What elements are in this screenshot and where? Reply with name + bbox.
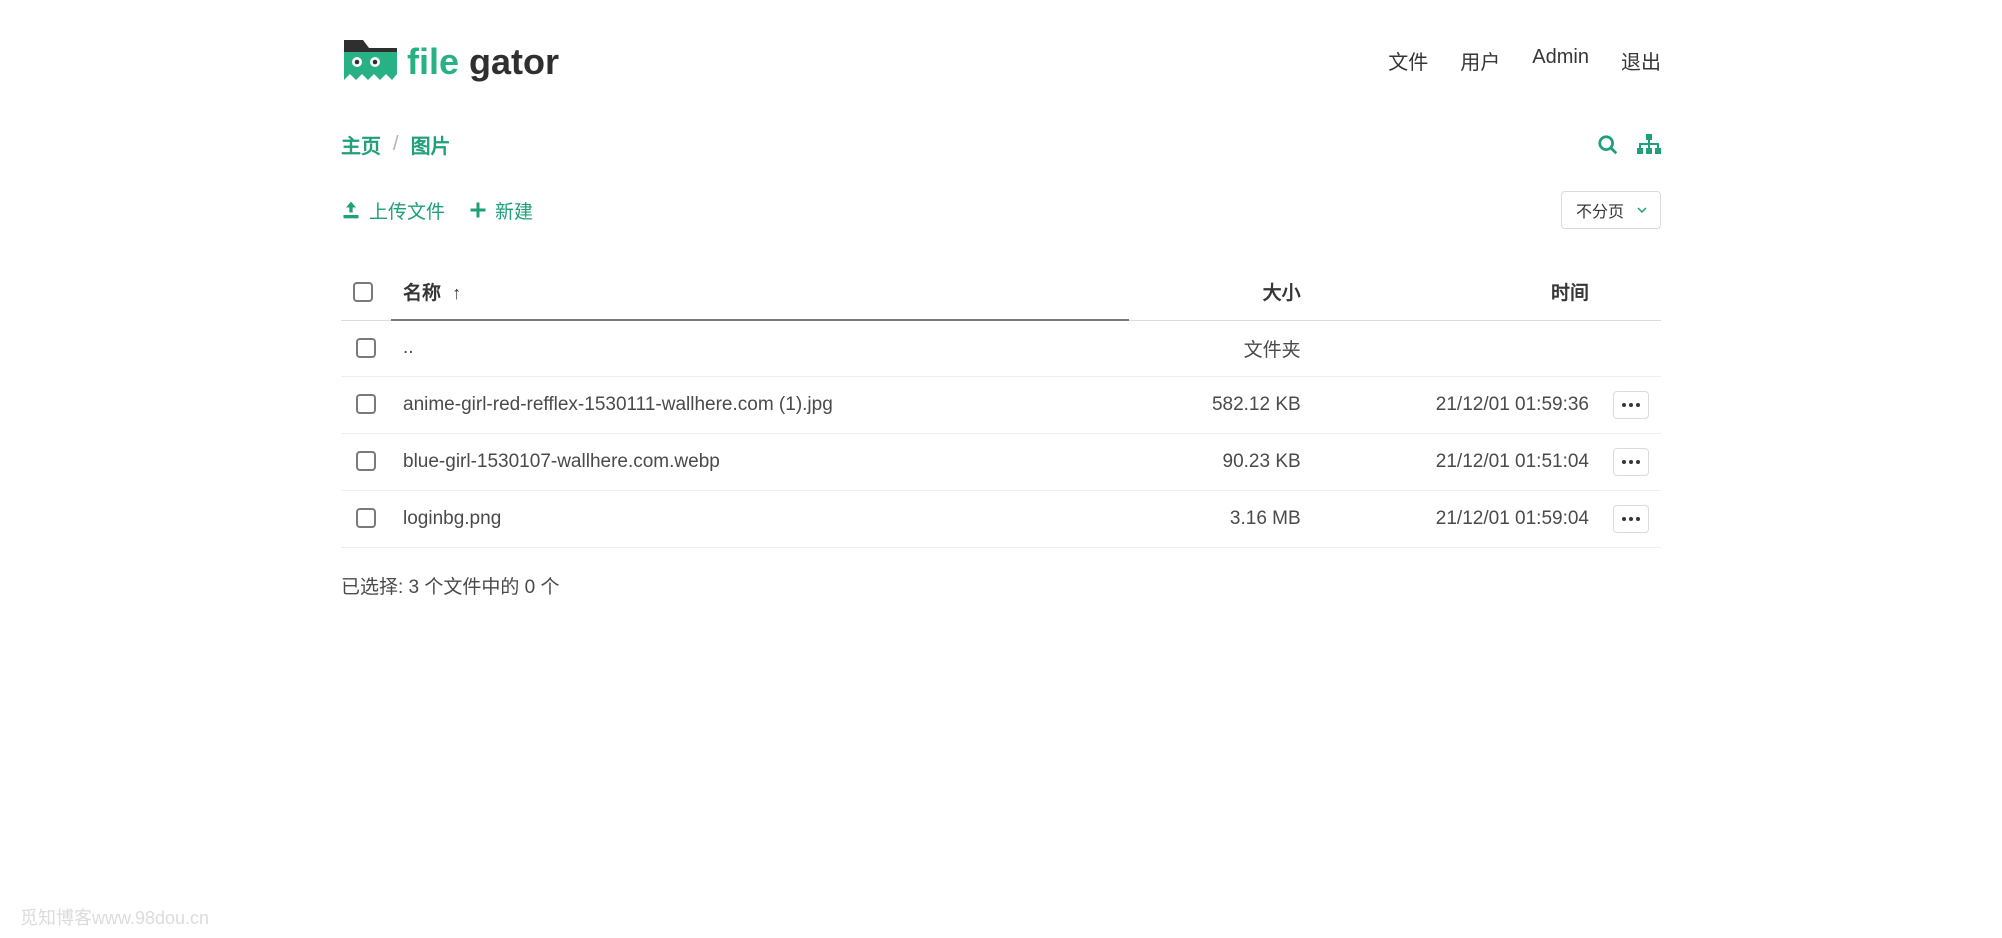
file-size: 582.12 KB (1129, 376, 1312, 433)
logo[interactable]: file gator (341, 30, 601, 90)
nav-files[interactable]: 文件 (1388, 46, 1428, 75)
svg-text:file: file (407, 41, 459, 82)
table-row[interactable]: anime-girl-red-refflex-1530111-wallhere.… (341, 376, 1661, 433)
svg-text:gator: gator (469, 41, 559, 82)
file-time: 21/12/01 01:59:04 (1313, 490, 1601, 547)
row-checkbox[interactable] (356, 451, 376, 471)
pagination-label: 不分页 (1576, 198, 1624, 222)
upload-button[interactable]: 上传文件 (341, 197, 445, 224)
breadcrumb-home[interactable]: 主页 (341, 130, 381, 159)
search-icon[interactable] (1597, 134, 1619, 156)
file-size: 文件夹 (1129, 320, 1312, 376)
file-name[interactable]: .. (391, 320, 1129, 376)
row-checkbox[interactable] (356, 338, 376, 358)
new-label: 新建 (495, 197, 533, 224)
more-icon (1622, 460, 1640, 464)
selection-info: 已选择: 3 个文件中的 0 个 (341, 572, 1661, 599)
nav: 文件 用户 Admin 退出 (1388, 46, 1661, 75)
sub-header: 主页 / 图片 (341, 130, 1661, 159)
column-header-name[interactable]: 名称 ↑ (391, 264, 1129, 320)
file-time (1313, 320, 1601, 376)
row-checkbox[interactable] (356, 508, 376, 528)
upload-icon (341, 200, 361, 220)
sort-ascending-icon: ↑ (452, 283, 461, 303)
table-row[interactable]: loginbg.png3.16 MB21/12/01 01:59:04 (341, 490, 1661, 547)
file-time: 21/12/01 01:51:04 (1313, 433, 1601, 490)
nav-admin[interactable]: Admin (1532, 46, 1589, 75)
column-header-size[interactable]: 大小 (1129, 264, 1312, 320)
breadcrumb-current[interactable]: 图片 (411, 130, 451, 159)
new-button[interactable]: 新建 (469, 197, 533, 224)
more-icon (1622, 517, 1640, 521)
breadcrumb: 主页 / 图片 (341, 130, 451, 159)
more-button[interactable] (1613, 505, 1649, 533)
sitemap-icon[interactable] (1637, 134, 1661, 156)
upload-label: 上传文件 (369, 197, 445, 224)
breadcrumb-separator: / (393, 133, 399, 156)
column-header-time[interactable]: 时间 (1313, 264, 1601, 320)
nav-users[interactable]: 用户 (1460, 46, 1500, 75)
header: file gator 文件 用户 Admin 退出 (341, 20, 1661, 130)
file-name[interactable]: loginbg.png (391, 490, 1129, 547)
more-button[interactable] (1613, 448, 1649, 476)
nav-logout[interactable]: 退出 (1621, 46, 1661, 75)
pagination-select[interactable]: 不分页 (1561, 191, 1661, 229)
file-size: 90.23 KB (1129, 433, 1312, 490)
watermark: 觅知博客www.98dou.cn (20, 904, 209, 930)
file-time: 21/12/01 01:59:36 (1313, 376, 1601, 433)
table-row[interactable]: blue-girl-1530107-wallhere.com.webp90.23… (341, 433, 1661, 490)
more-icon (1622, 403, 1640, 407)
select-all-checkbox[interactable] (353, 282, 373, 302)
toolbar: 上传文件 新建 不分页 (341, 191, 1661, 229)
logo-icon: file gator (341, 30, 601, 90)
table-row-parent[interactable]: ..文件夹 (341, 320, 1661, 376)
file-size: 3.16 MB (1129, 490, 1312, 547)
chevron-down-icon (1636, 204, 1648, 216)
file-name[interactable]: blue-girl-1530107-wallhere.com.webp (391, 433, 1129, 490)
more-button[interactable] (1613, 391, 1649, 419)
row-checkbox[interactable] (356, 394, 376, 414)
plus-icon (469, 201, 487, 219)
file-table: 名称 ↑ 大小 时间 ..文件夹anime-girl-red-refflex-1… (341, 264, 1661, 548)
file-name[interactable]: anime-girl-red-refflex-1530111-wallhere.… (391, 376, 1129, 433)
